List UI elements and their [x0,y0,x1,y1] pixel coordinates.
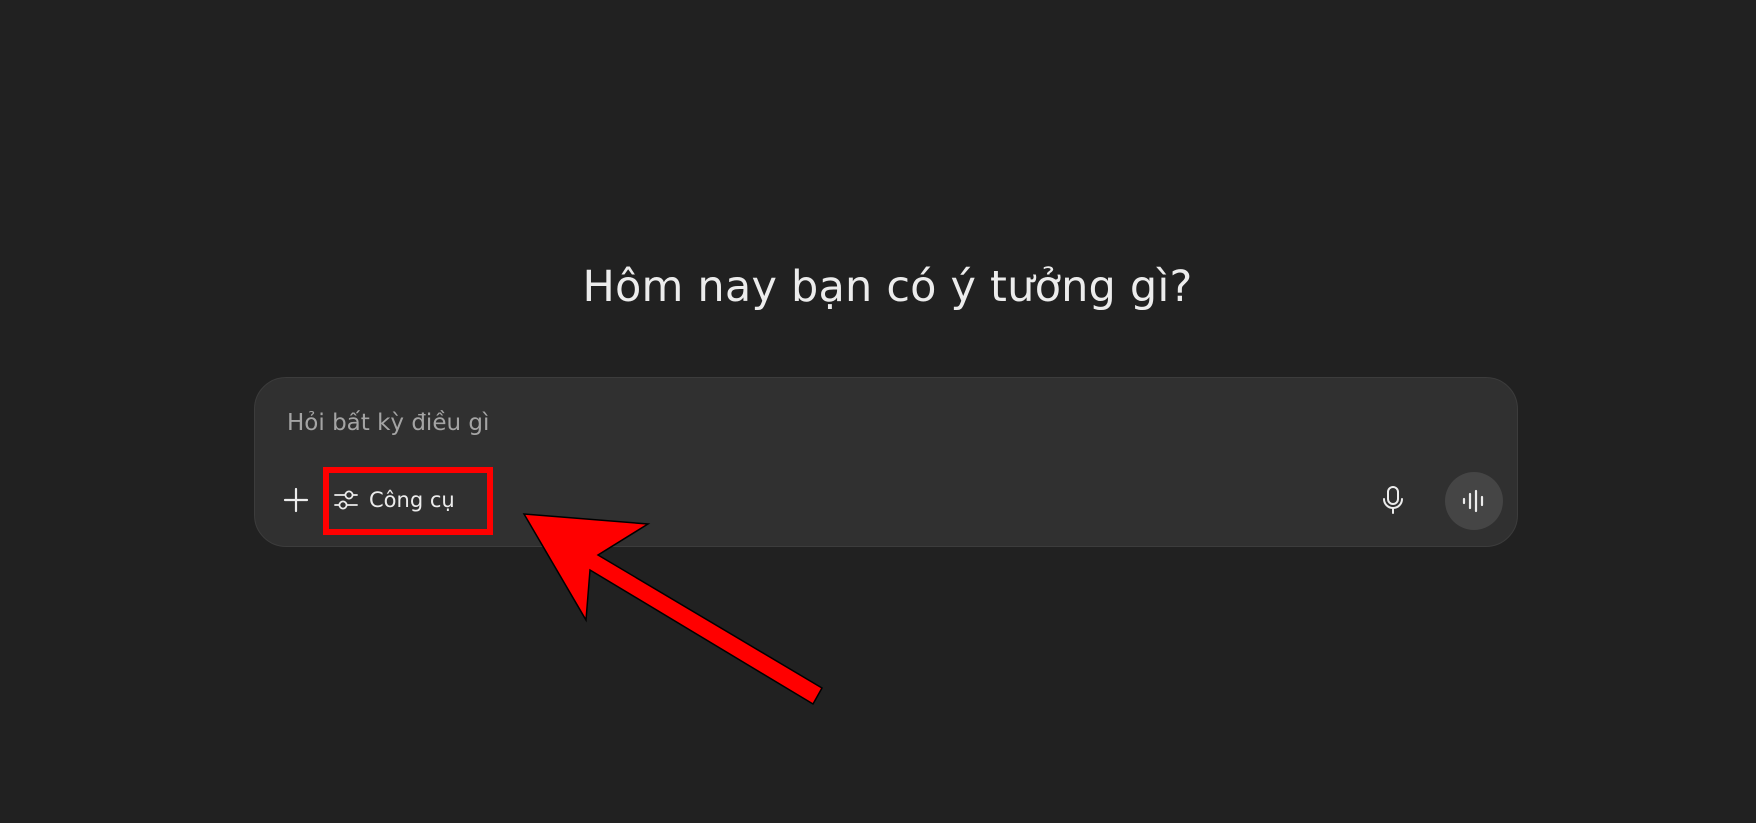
tools-button[interactable]: Công cụ [323,479,469,521]
voice-waveform-icon [1462,489,1484,513]
sliders-icon [333,487,359,513]
microphone-icon [1383,486,1403,514]
tools-button-label: Công cụ [369,488,455,512]
prompt-composer: Công cụ [254,377,1518,547]
plus-icon [283,487,309,513]
add-attachment-button[interactable] [275,479,317,521]
prompt-input[interactable] [287,403,1467,443]
voice-mode-button[interactable] [1445,472,1503,530]
page-title: Hôm nay bạn có ý tưởng gì? [582,262,1193,312]
dictate-button[interactable] [1371,478,1415,522]
chat-home-screen: Hôm nay bạn có ý tưởng gì? Công cụ [0,0,1756,823]
